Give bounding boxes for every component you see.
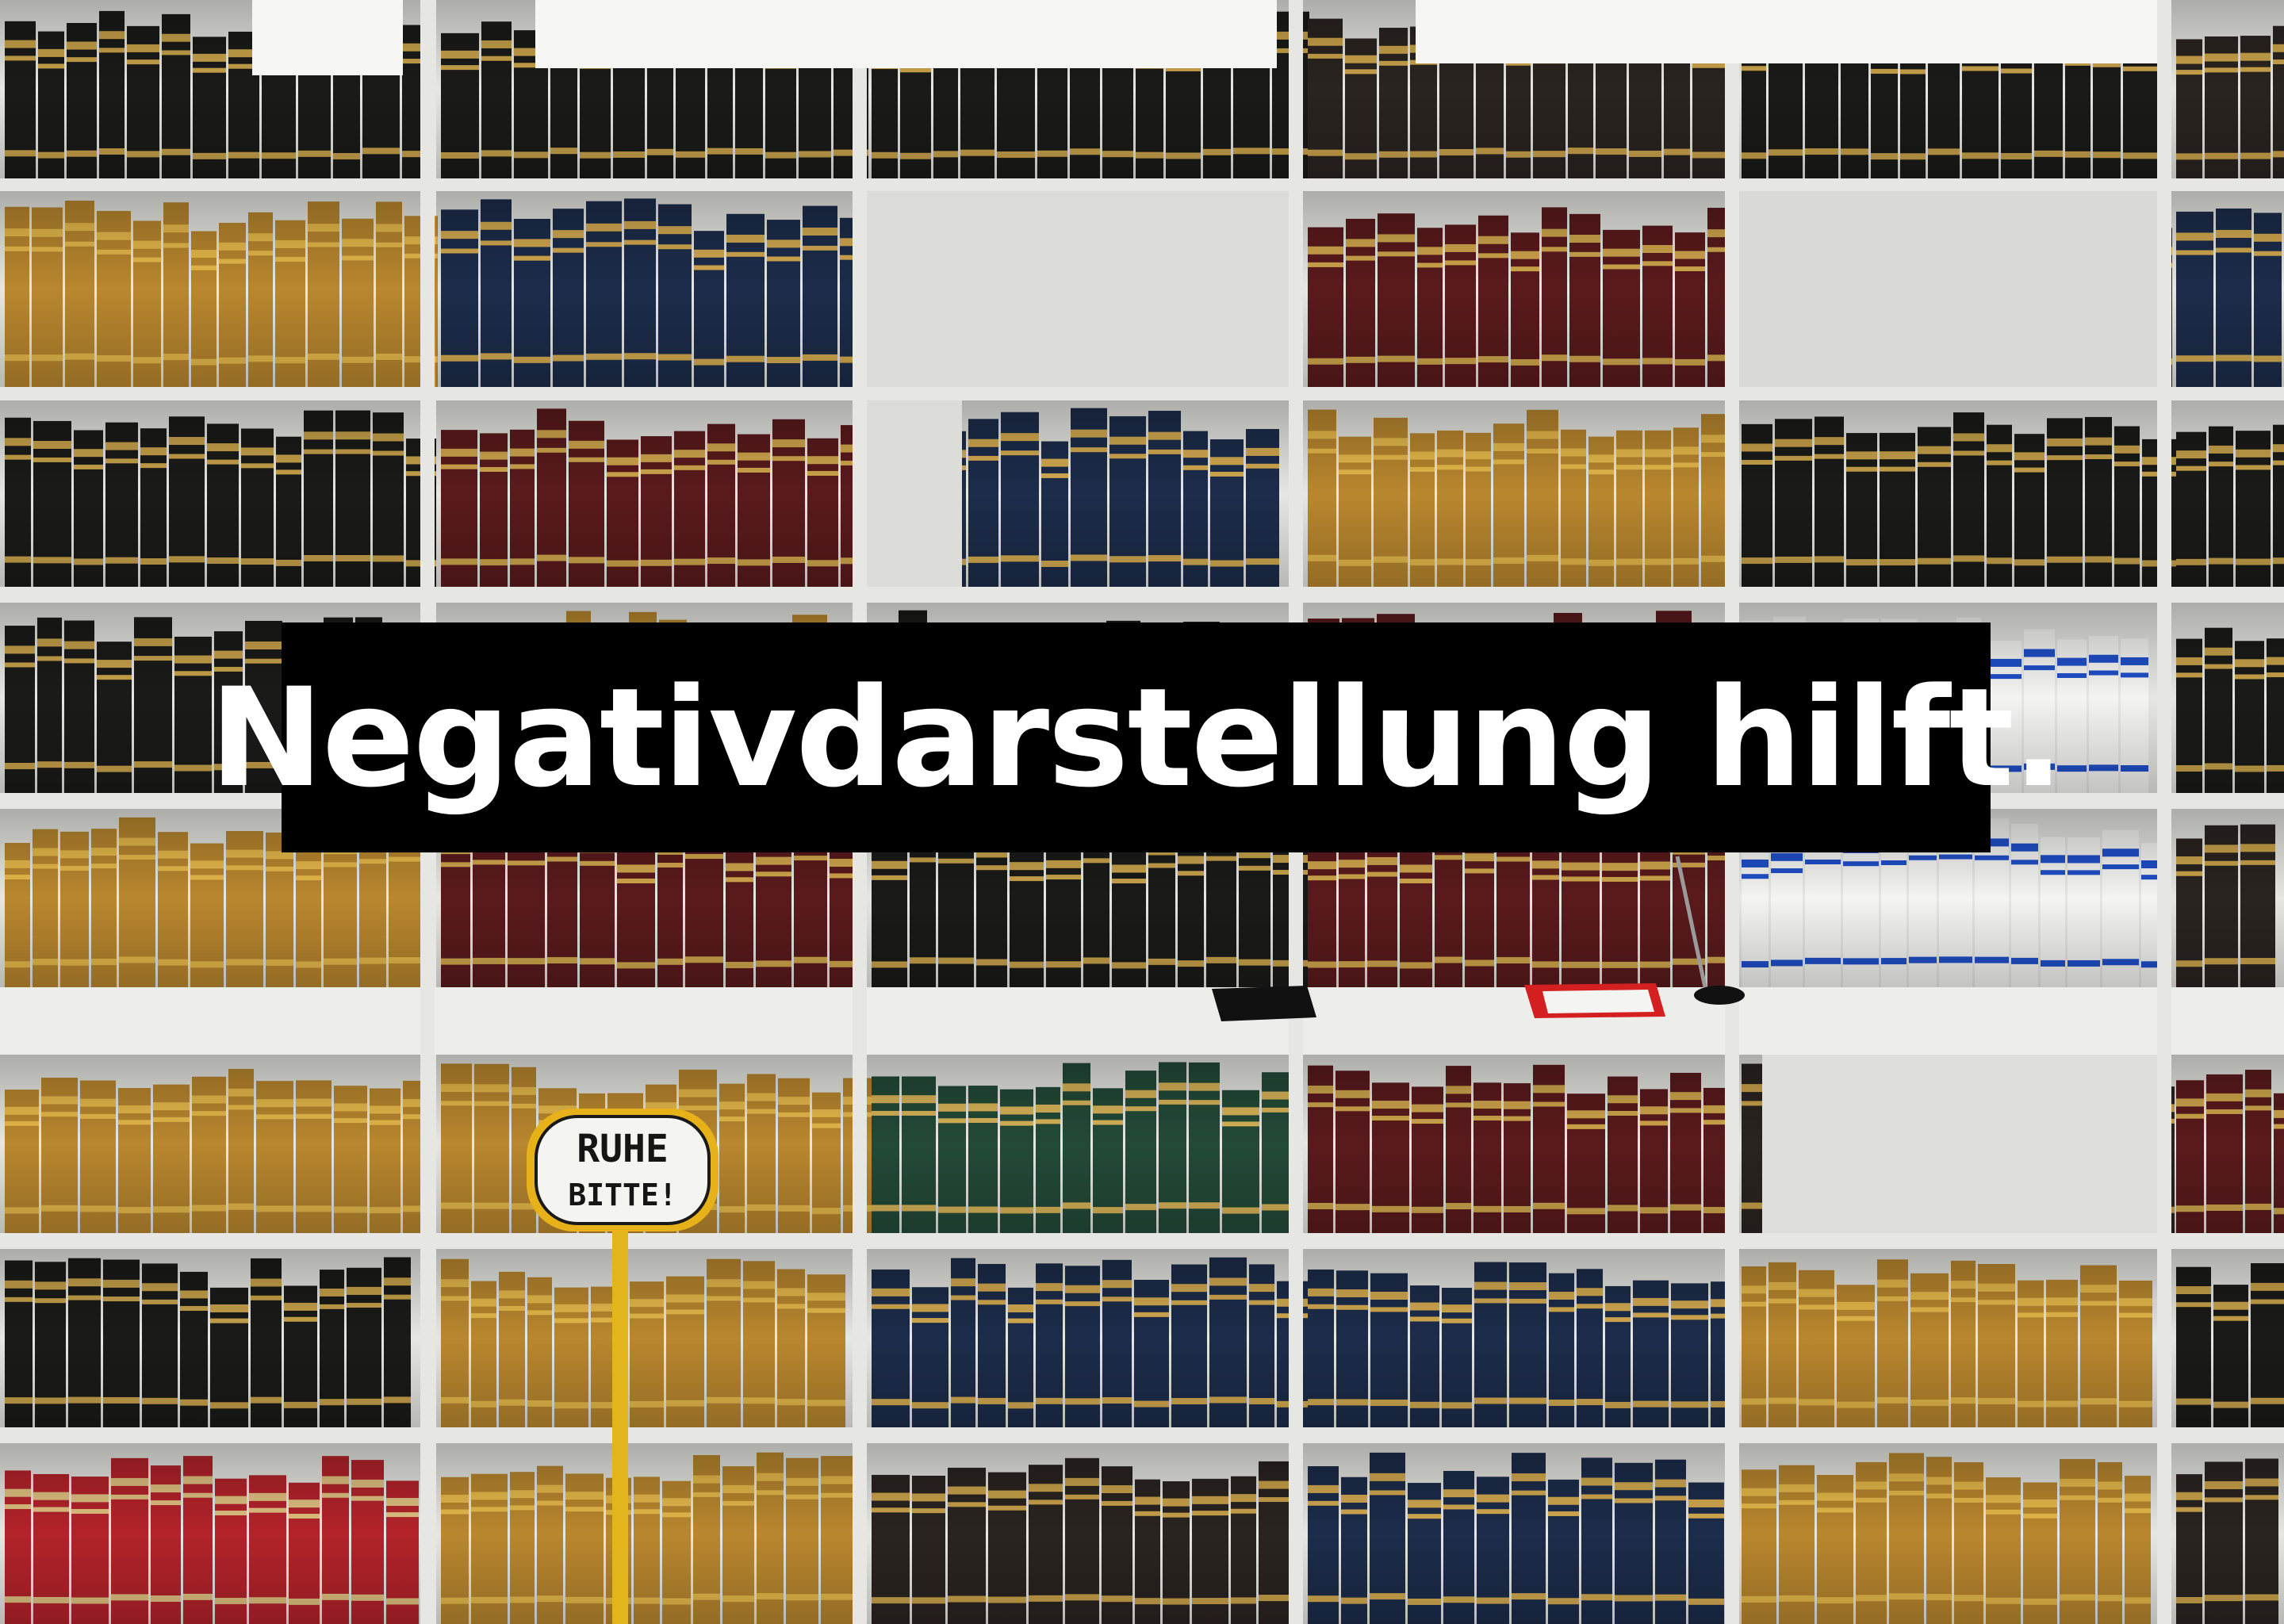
- caption-banner: Negativdarstellung hilft.: [209, 622, 2064, 852]
- red-paper: [1524, 983, 1665, 1018]
- hanging-sign-right: [1416, 0, 2157, 63]
- quiet-sign-line2: BITTE!: [568, 1178, 676, 1212]
- hanging-sign-left: [252, 0, 403, 75]
- caption-text: Negativdarstellung hilft.: [209, 657, 2064, 818]
- desk-tray: [1212, 986, 1316, 1021]
- quiet-sign-line1: RUHE: [577, 1127, 669, 1171]
- hanging-sign-center: [535, 0, 1277, 68]
